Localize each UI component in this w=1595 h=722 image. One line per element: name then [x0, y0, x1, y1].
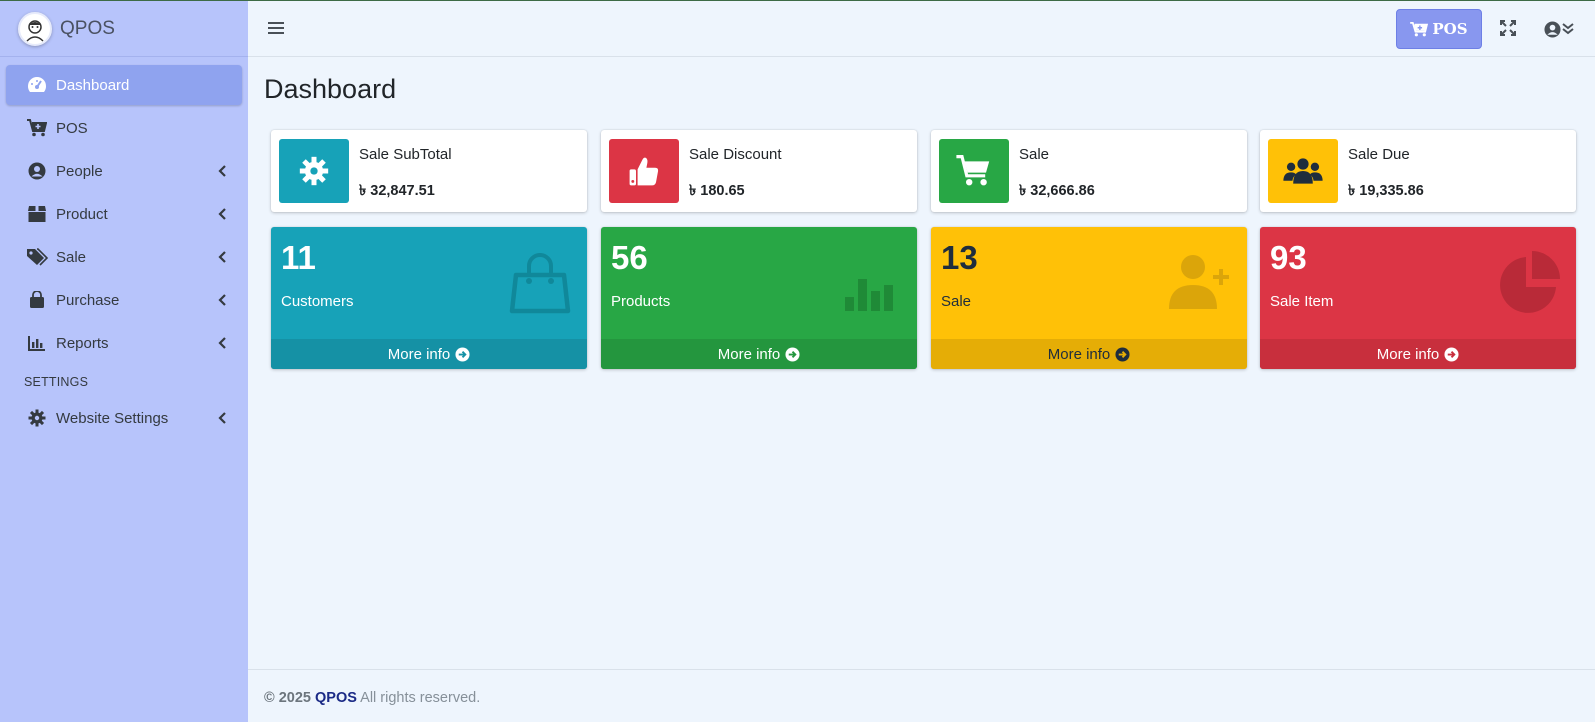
tachometer-icon [26, 75, 48, 95]
sidebar: QPOS Dashboard POS People Product Sale P… [0, 1, 248, 722]
sidebar-item-label: Purchase [56, 291, 120, 309]
chevron-left-icon [218, 251, 226, 263]
user-circle-icon [26, 161, 48, 181]
bar-chart-icon [26, 333, 48, 353]
info-box-label: Sale [1019, 146, 1050, 163]
arrow-circle-right-icon [1444, 346, 1459, 362]
rights-text: All rights reserved. [360, 690, 481, 706]
small-box-number: 13 [941, 239, 978, 276]
shopping-bag-icon [26, 290, 48, 310]
sidebar-item-label: Website Settings [56, 409, 169, 427]
brand-link[interactable]: QPOS [0, 1, 248, 57]
more-info-link[interactable]: More info [931, 339, 1247, 369]
pie-chart-icon [1500, 251, 1560, 313]
sidebar-item-sale[interactable]: Sale [6, 237, 242, 277]
sidebar-item-reports[interactable]: Reports [6, 323, 242, 363]
more-info-link[interactable]: More info [1260, 339, 1576, 369]
small-box-number: 11 [281, 239, 316, 276]
small-box-label: Sale [941, 293, 972, 310]
more-info-label: More info [1376, 345, 1440, 363]
chevron-left-icon [218, 412, 226, 424]
sidebar-item-label: POS [56, 119, 88, 137]
info-box-label: Sale Discount [689, 146, 782, 163]
small-box-label: Sale Item [1270, 293, 1334, 310]
small-box-number: 93 [1270, 239, 1307, 276]
copyright-year: © 2025 [264, 690, 311, 706]
sidebar-item-label: Reports [56, 334, 109, 352]
brand-logo [18, 11, 52, 46]
small-box-products: 56 Products More info [601, 227, 917, 369]
small-box-label: Customers [281, 293, 354, 310]
sidebar-item-pos[interactable]: POS [6, 108, 242, 148]
info-box-sale: Sale ৳ 32,666.86 [931, 130, 1247, 212]
gear-icon [26, 408, 48, 428]
small-box-number: 56 [611, 239, 648, 276]
nav-section-header: SETTINGS [24, 375, 89, 389]
info-box-value: ৳ 19,335.86 [1348, 183, 1424, 199]
users-icon [1268, 139, 1338, 203]
arrow-circle-right-icon [1115, 346, 1130, 362]
pos-button-label: POS [1432, 20, 1468, 38]
small-box-sale-item: 93 Sale Item More info [1260, 227, 1576, 369]
more-info-label: More info [717, 345, 781, 363]
info-box-value: ৳ 32,666.86 [1019, 183, 1095, 199]
info-box-sale-due: Sale Due ৳ 19,335.86 [1260, 130, 1576, 212]
shopping-bag-icon [509, 253, 571, 314]
hamburger-icon[interactable] [268, 20, 284, 36]
small-box-customers: 11 Customers More info [271, 227, 587, 369]
page-footer: © 2025 QPOS All rights reserved. [248, 669, 1595, 722]
arrow-circle-right-icon [785, 346, 800, 362]
more-info-label: More info [1047, 345, 1111, 363]
thumbs-up-icon [609, 139, 679, 203]
user-plus-icon [1169, 255, 1229, 309]
cart-plus-icon [1410, 21, 1429, 36]
sidebar-item-label: People [56, 162, 103, 180]
sidebar-item-people[interactable]: People [6, 151, 242, 191]
chevron-left-icon [218, 165, 226, 177]
sidebar-item-dashboard[interactable]: Dashboard [6, 65, 242, 105]
expand-icon[interactable] [1500, 20, 1518, 38]
sidebar-item-label: Dashboard [56, 76, 130, 94]
brand-name: QPOS [60, 17, 115, 39]
bar-chart-icon [845, 279, 893, 311]
small-box-sale: 13 Sale More info [931, 227, 1247, 369]
info-box-label: Sale SubTotal [359, 146, 452, 163]
sidebar-nav: Dashboard POS People Product Sale Purcha… [0, 57, 248, 438]
copyright-text: © 2025 QPOS All rights reserved. [264, 690, 480, 706]
info-box-sale-subtotal: Sale SubTotal ৳ 32,847.51 [271, 130, 587, 212]
info-box-value: ৳ 180.65 [689, 183, 745, 199]
chevron-left-icon [218, 337, 226, 349]
sidebar-item-label: Sale [56, 248, 87, 266]
sidebar-item-product[interactable]: Product [6, 194, 242, 234]
footer-brand-link[interactable]: QPOS [315, 690, 357, 706]
chevron-left-icon [218, 208, 226, 220]
double-chevron-down-icon [1562, 23, 1574, 35]
info-box-sale-discount: Sale Discount ৳ 180.65 [601, 130, 917, 212]
cart-plus-icon [26, 118, 48, 138]
user-menu-toggle[interactable] [1544, 20, 1578, 38]
pos-button[interactable]: POS [1396, 9, 1482, 49]
more-info-label: More info [387, 345, 451, 363]
gear-icon [279, 139, 349, 203]
chevron-left-icon [218, 294, 226, 306]
tags-icon [26, 247, 48, 267]
sidebar-item-website-settings[interactable]: Website Settings [6, 398, 242, 438]
cart-icon [939, 139, 1009, 203]
info-box-label: Sale Due [1348, 146, 1410, 163]
box-icon [26, 204, 48, 224]
user-circle-icon [1544, 20, 1561, 38]
more-info-link[interactable]: More info [271, 339, 587, 369]
small-box-label: Products [611, 293, 671, 310]
info-box-value: ৳ 32,847.51 [359, 183, 435, 199]
more-info-link[interactable]: More info [601, 339, 917, 369]
arrow-circle-right-icon [455, 346, 470, 362]
page-title: Dashboard [264, 74, 397, 104]
top-navbar: POS [248, 1, 1595, 57]
sidebar-item-label: Product [56, 205, 108, 223]
sidebar-item-purchase[interactable]: Purchase [6, 280, 242, 320]
